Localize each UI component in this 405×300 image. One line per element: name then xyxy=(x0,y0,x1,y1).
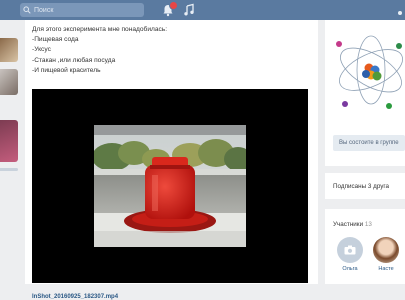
music-icon[interactable] xyxy=(183,3,195,17)
avatar xyxy=(337,237,363,263)
search-icon xyxy=(20,3,34,17)
left-avatar-image[interactable] xyxy=(0,69,18,95)
notification-badge xyxy=(169,1,178,10)
camera-icon xyxy=(344,245,356,255)
members-heading[interactable]: Участники 13 xyxy=(333,221,372,228)
member-name: Ольга xyxy=(342,266,358,272)
members-label: Участники xyxy=(333,221,364,228)
post-card: Для этого эксперимента мне понадобилась:… xyxy=(25,20,318,300)
video-filename-link[interactable]: InShot_20160925_182307.mp4 xyxy=(32,294,118,300)
post-text-line: -Стакан ,или любая посуда xyxy=(32,56,116,64)
left-sidebar xyxy=(0,20,18,284)
member-name: Насте xyxy=(378,266,394,272)
left-avatar-image[interactable] xyxy=(0,168,18,171)
subscribed-friends-link[interactable]: Подписаны 3 друга xyxy=(333,183,389,190)
members-count: 13 xyxy=(364,221,372,228)
joined-group-button[interactable]: Вы состоите в группе xyxy=(333,135,405,151)
post-text-line: -И пищевой краситель xyxy=(32,66,101,74)
avatar xyxy=(373,237,399,263)
post-text-line: -Пищевая сода xyxy=(32,36,79,44)
member-item[interactable]: Насте xyxy=(371,237,401,272)
video-frame-image xyxy=(94,125,246,247)
video-player[interactable] xyxy=(32,89,308,283)
post-text-line: Для этого эксперимента мне понадобилась: xyxy=(32,26,168,33)
search-placeholder: Поиск xyxy=(34,6,54,14)
search-input[interactable]: Поиск xyxy=(20,3,144,17)
post-text: Для этого эксперимента мне понадобилась:… xyxy=(32,25,302,76)
top-header: Поиск xyxy=(0,0,405,20)
right-sidebar: Вы состоите в группе Подписаны 3 друга У… xyxy=(325,20,405,284)
member-item[interactable]: Ольга xyxy=(335,237,365,272)
profile-menu-icon[interactable] xyxy=(395,5,405,15)
group-cover-image xyxy=(336,35,403,109)
left-avatar-image[interactable] xyxy=(0,120,18,162)
left-avatar-image[interactable] xyxy=(0,38,18,62)
post-text-line: -Уксус xyxy=(32,46,51,54)
